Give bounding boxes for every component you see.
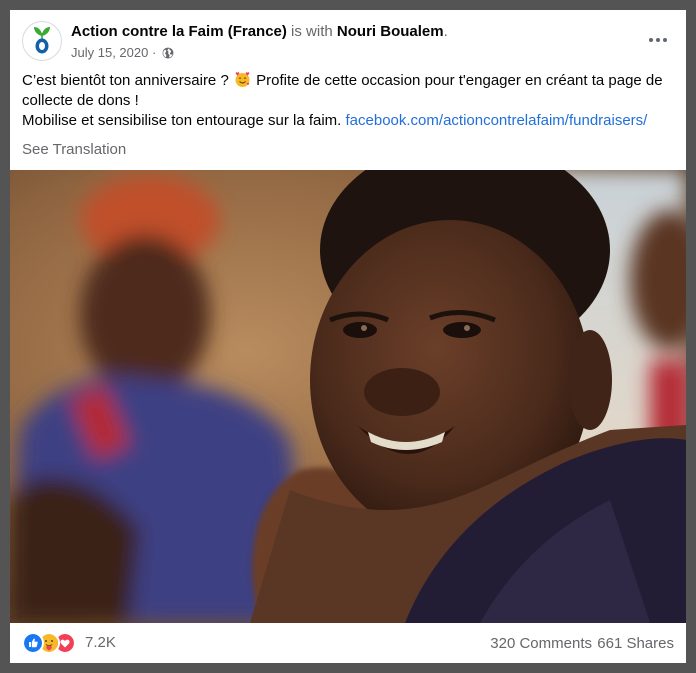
post-card: Action contre la Faim (France) is with N…: [10, 10, 686, 663]
more-icon-dot: [663, 38, 667, 42]
comments-count-link[interactable]: 320 Comments: [490, 635, 592, 652]
post-meta: July 15, 2020 ·: [71, 44, 174, 60]
post-title: Action contre la Faim (France) is with N…: [71, 23, 448, 40]
page-avatar[interactable]: [22, 21, 62, 61]
message-text: C’est bientôt ton anniversaire ?: [22, 72, 229, 89]
fundraisers-link[interactable]: facebook.com/actioncontrelafaim/fundrais…: [346, 112, 648, 129]
more-options-button[interactable]: [642, 28, 674, 52]
shares-count-link[interactable]: 661 Shares: [597, 635, 674, 652]
title-period: .: [443, 23, 448, 40]
post-footer: 7.2K 320 Comments 661 Shares: [10, 623, 686, 663]
post-date-link[interactable]: July 15, 2020: [71, 45, 148, 60]
date-separator: ·: [151, 45, 157, 61]
action-contre-la-faim-logo: [34, 27, 50, 54]
like-icon: [22, 632, 44, 654]
smiling-face-with-hearts-icon: [235, 72, 250, 87]
author-name-link[interactable]: Action contre la Faim (France): [71, 23, 287, 40]
photo-smiling-child: [10, 140, 686, 623]
more-icon-dot: [656, 38, 660, 42]
tagged-user-link[interactable]: Nouri Boualem: [337, 23, 444, 40]
post-paragraph: Mobilise et sensibilise ton entourage su…: [22, 111, 674, 131]
post-header: Action contre la Faim (France) is with N…: [10, 10, 686, 70]
reaction-count[interactable]: 7.2K: [85, 634, 116, 651]
post-message: C’est bientôt ton anniversaire ? Profite…: [22, 71, 674, 131]
message-text: Mobilise et sensibilise ton entourage su…: [22, 112, 342, 129]
globe-icon[interactable]: [162, 47, 174, 59]
see-translation-link[interactable]: See Translation: [22, 141, 126, 158]
with-text: is with: [291, 23, 333, 40]
more-icon-dot: [649, 38, 653, 42]
post-photo[interactable]: [10, 140, 686, 623]
post-paragraph: C’est bientôt ton anniversaire ? Profite…: [22, 71, 674, 111]
